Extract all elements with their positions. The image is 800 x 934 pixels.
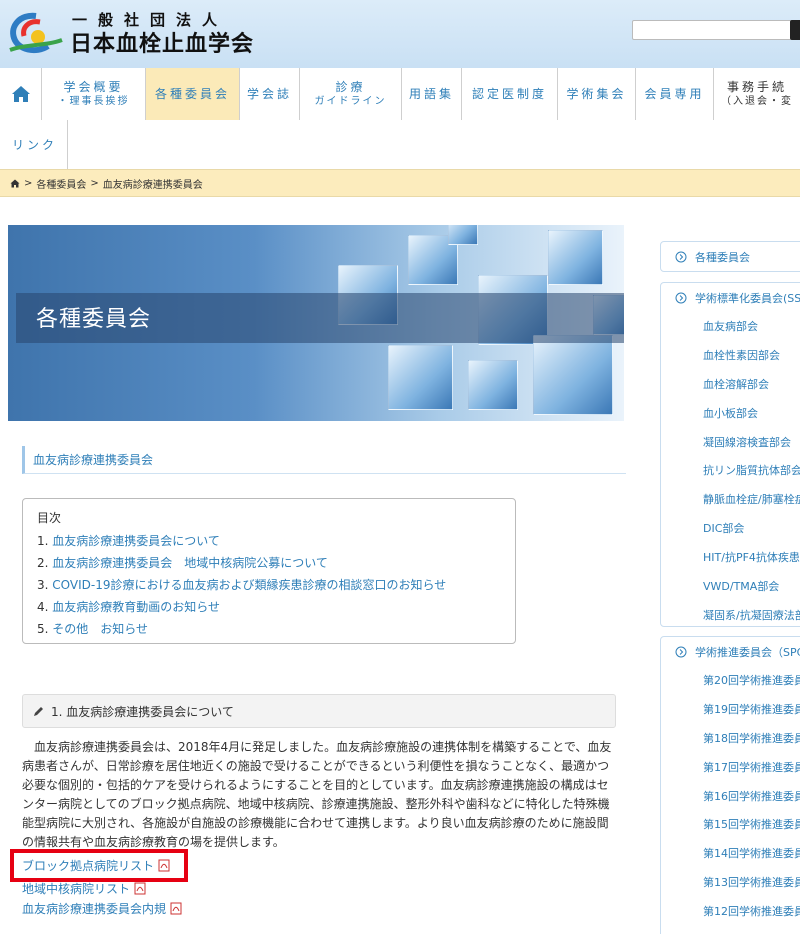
global-nav: 学会概要 ・理事長挨拶 各種委員会 学会誌 診療 ガイドライン 用語集 認定医制… bbox=[0, 68, 800, 169]
search-input[interactable] bbox=[632, 20, 792, 40]
sidebar-item[interactable]: 凝固系/抗凝固療法部会 bbox=[661, 602, 800, 631]
sidebar-item[interactable]: 血友病部会 bbox=[661, 313, 800, 342]
subsection-heading: 1. 血友病診療連携委員会について bbox=[22, 694, 616, 728]
sidebar-item[interactable]: 第12回学術推進委員会 bbox=[661, 898, 800, 927]
breadcrumb-committees[interactable]: 各種委員会 bbox=[36, 176, 86, 191]
breadcrumb-sep: > bbox=[24, 177, 33, 189]
pdf-icon bbox=[170, 902, 182, 915]
sidebar-item[interactable]: 第13回学術推進委員会 bbox=[661, 869, 800, 898]
sidebar-item[interactable]: DIC部会 bbox=[661, 515, 800, 544]
page-banner: 各種委員会 bbox=[8, 225, 624, 421]
sidebar-ssc: 学術標準化委員会(SSC) 血友病部会 血栓性素因部会 血栓溶解部会 血小板部会… bbox=[660, 282, 800, 627]
toc-link-2[interactable]: 血友病診療連携委員会 地域中核病院公募について bbox=[52, 556, 328, 570]
toc-item: 2. 血友病診療連携委員会 地域中核病院公募について bbox=[37, 556, 328, 570]
sidebar-committees-link[interactable]: 各種委員会 bbox=[661, 242, 800, 272]
body-paragraph: 血友病診療連携委員会は、2018年4月に発足しました。血友病診療施設の連携体制を… bbox=[22, 740, 612, 849]
nav-links[interactable]: リンク bbox=[0, 120, 68, 169]
circle-arrow-icon bbox=[675, 646, 687, 658]
breadcrumb-current: 血友病診療連携委員会 bbox=[102, 179, 203, 191]
breadcrumb: > 各種委員会 > 血友病診療連携委員会 bbox=[0, 169, 800, 197]
circle-arrow-icon bbox=[675, 292, 687, 304]
sidebar-item[interactable]: 血小板部会 bbox=[661, 400, 800, 429]
search-icon[interactable] bbox=[790, 20, 800, 40]
sidebar-item[interactable]: 血栓溶解部会 bbox=[661, 371, 800, 400]
home-icon[interactable] bbox=[10, 179, 20, 188]
sidebar-item[interactable]: 抗リン脂質抗体部会 bbox=[661, 457, 800, 486]
sidebar-item[interactable]: 第14回学術推進委員会 bbox=[661, 840, 800, 869]
committee-rules-link[interactable]: 血友病診療連携委員会内規 bbox=[22, 900, 182, 917]
nav-meetings[interactable]: 学術集会 bbox=[558, 68, 636, 120]
nav-certification[interactable]: 認定医制度 bbox=[462, 68, 558, 120]
toc-item: 4. 血友病診療教育動画のお知らせ bbox=[37, 600, 221, 614]
toc-link-1[interactable]: 血友病診療連携委員会について bbox=[52, 534, 220, 548]
sidebar-item[interactable]: 第15回学術推進委員会 bbox=[661, 811, 800, 840]
nav-guidelines[interactable]: 診療 ガイドライン bbox=[300, 68, 402, 120]
table-of-contents: 目次 1. 血友病診療連携委員会について 2. 血友病診療連携委員会 地域中核病… bbox=[22, 498, 516, 644]
toc-link-5[interactable]: その他 お知らせ bbox=[52, 622, 148, 636]
sidebar-item[interactable]: HIT/抗PF4抗体疾患部会 bbox=[661, 544, 800, 573]
home-icon bbox=[11, 86, 30, 102]
site-header: 一般社団法人 日本血栓止血学会 bbox=[0, 0, 800, 68]
circle-arrow-icon bbox=[675, 251, 687, 263]
nav-members[interactable]: 会員専用 bbox=[636, 68, 714, 120]
sidebar-item[interactable]: 第16回学術推進委員会 bbox=[661, 783, 800, 812]
sidebar-item[interactable]: 第18回学術推進委員会 bbox=[661, 725, 800, 754]
sidebar-item[interactable]: VWD/TMA部会 bbox=[661, 573, 800, 602]
sidebar-item[interactable]: 血栓性素因部会 bbox=[661, 342, 800, 371]
nav-home[interactable] bbox=[0, 68, 42, 120]
sidebar-item[interactable]: 静脈血栓症/肺塞栓症部会 bbox=[661, 486, 800, 515]
pencil-icon bbox=[34, 707, 43, 716]
sidebar-ssc-link[interactable]: 学術標準化委員会(SSC) bbox=[661, 283, 800, 313]
org-name[interactable]: 日本血栓止血学会 bbox=[70, 26, 254, 58]
regional-hospital-list-link[interactable]: 地域中核病院リスト bbox=[22, 880, 146, 897]
logo-icon[interactable] bbox=[6, 10, 64, 56]
breadcrumb-sep: > bbox=[90, 177, 99, 189]
sidebar-item[interactable]: 第19回学術推進委員会 bbox=[661, 696, 800, 725]
sidebar-spc-link[interactable]: 学術推進委員会（SPC） bbox=[661, 637, 800, 667]
sidebar-item[interactable]: 第17回学術推進委員会 bbox=[661, 754, 800, 783]
pdf-icon bbox=[134, 882, 146, 895]
nav-committees[interactable]: 各種委員会 bbox=[146, 68, 240, 120]
nav-glossary[interactable]: 用語集 bbox=[402, 68, 462, 120]
page-title: 血友病診療連携委員会 bbox=[22, 446, 626, 474]
sidebar-item[interactable]: 第20回学術推進委員会 bbox=[661, 667, 800, 696]
sidebar-item[interactable]: 凝固線溶検査部会 bbox=[661, 429, 800, 458]
toc-link-3[interactable]: COVID-19診療における血友病および類縁疾患診療の相談窓口のお知らせ bbox=[52, 578, 446, 592]
toc-item: 3. COVID-19診療における血友病および類縁疾患診療の相談窓口のお知らせ bbox=[37, 578, 447, 592]
toc-heading: 目次 bbox=[37, 511, 62, 525]
nav-procedures[interactable]: 事務手続 （入退会・変 bbox=[714, 68, 800, 120]
banner-title: 各種委員会 bbox=[36, 307, 152, 332]
nav-journal[interactable]: 学会誌 bbox=[240, 68, 300, 120]
highlight-box bbox=[10, 849, 188, 882]
toc-item: 1. 血友病診療連携委員会について bbox=[37, 534, 220, 548]
toc-link-4[interactable]: 血友病診療教育動画のお知らせ bbox=[52, 600, 220, 614]
nav-about[interactable]: 学会概要 ・理事長挨拶 bbox=[42, 68, 146, 120]
toc-item: 5. その他 お知らせ bbox=[37, 622, 149, 636]
sidebar-spc: 学術推進委員会（SPC） 第20回学術推進委員会 第19回学術推進委員会 第18… bbox=[660, 636, 800, 934]
sidebar-committees: 各種委員会 bbox=[660, 241, 800, 272]
